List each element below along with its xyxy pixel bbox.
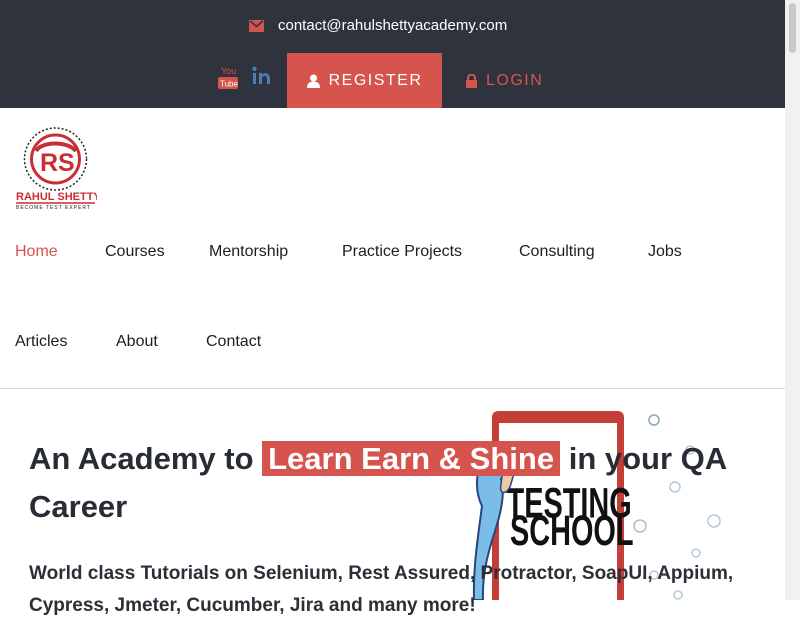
nav-about[interactable]: About <box>116 333 158 351</box>
header-divider <box>0 388 785 389</box>
nav-mentorship[interactable]: Mentorship <box>209 243 288 261</box>
nav-contact[interactable]: Contact <box>206 333 261 351</box>
hero-subtitle: World class Tutorials on Selenium, Rest … <box>29 563 734 616</box>
nav-consulting[interactable]: Consulting <box>519 243 595 261</box>
youtube-icon[interactable]: You Tube <box>218 66 238 90</box>
svg-text:RAHUL SHETTY: RAHUL SHETTY <box>16 191 97 203</box>
contact-email-text[interactable]: contact@rahulshettyacademy.com <box>278 17 507 34</box>
register-button[interactable]: REGISTER <box>287 53 442 108</box>
hero-heading-prefix: An Academy to <box>29 440 263 476</box>
top-contact-bar: contact@rahulshettyacademy.com You Tube … <box>0 0 785 108</box>
login-label[interactable]: LOGIN <box>486 72 543 90</box>
login-button[interactable]: LOGIN <box>466 53 543 108</box>
nav-jobs[interactable]: Jobs <box>648 243 682 261</box>
register-label[interactable]: REGISTER <box>329 72 423 90</box>
hero-heading-highlight: Learn Earn & Shine <box>262 440 561 476</box>
nav-practice-projects[interactable]: Practice Projects <box>342 243 462 261</box>
svg-text:RS: RS <box>40 149 75 177</box>
linkedin-icon[interactable] <box>252 66 271 85</box>
user-icon <box>306 74 320 88</box>
nav-courses[interactable]: Courses <box>105 243 165 261</box>
lock-icon <box>466 73 477 88</box>
svg-text:You: You <box>221 66 236 76</box>
hero-heading: An Academy to Learn Earn & Shine in your… <box>29 435 749 531</box>
envelope-icon <box>249 19 264 32</box>
svg-text:Tube: Tube <box>220 80 238 89</box>
svg-text:BECOME TEST EXPERT: BECOME TEST EXPERT <box>16 205 91 211</box>
nav-articles[interactable]: Articles <box>15 333 67 351</box>
contact-email[interactable]: contact@rahulshettyacademy.com <box>249 17 507 34</box>
page-scrollbar[interactable] <box>785 0 800 600</box>
rahul-shetty-logo[interactable]: RS RAHUL SHETTY BECOME TEST EXPERT <box>14 127 97 211</box>
nav-home[interactable]: Home <box>15 243 58 261</box>
